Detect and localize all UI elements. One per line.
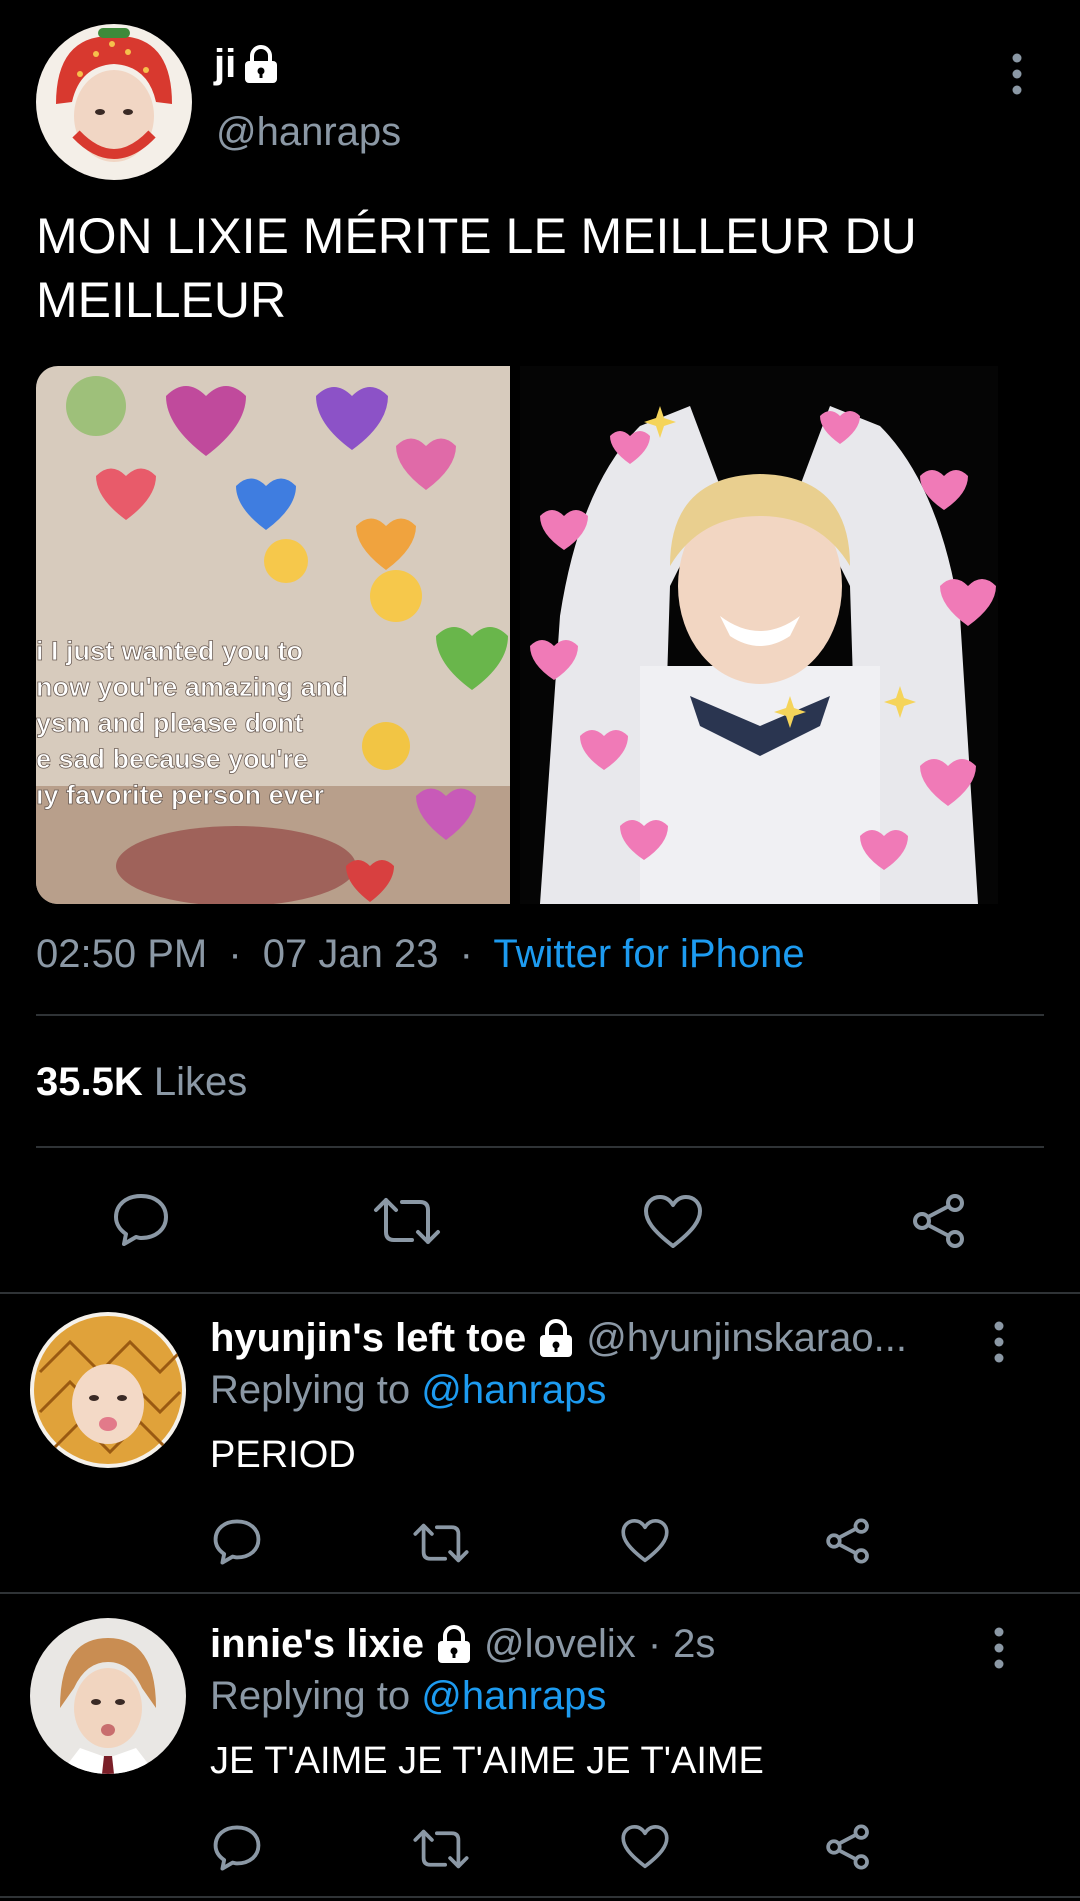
media-caption-line: e sad because you're — [36, 744, 308, 774]
more-vertical-icon[interactable] — [982, 1320, 1016, 1364]
reply-icon[interactable] — [212, 1824, 262, 1872]
retweet-icon[interactable] — [412, 1826, 470, 1872]
media-caption-line: ysm and please dont — [36, 708, 303, 738]
reply-author-handle[interactable]: @lovelix — [484, 1622, 636, 1667]
tweet-source-link[interactable]: Twitter for iPhone — [493, 932, 804, 976]
author-name[interactable]: ji — [214, 42, 236, 87]
media-image-left[interactable]: i I just wanted you to now you're amazin… — [36, 366, 510, 904]
share-icon[interactable] — [824, 1822, 872, 1872]
replying-to-line: Replying to @hanraps — [210, 1368, 606, 1413]
tweet-text: MON LIXIE MÉRITE LE MEILLEUR DU MEILLEUR — [36, 208, 917, 328]
avatar[interactable] — [36, 24, 192, 180]
share-icon[interactable] — [824, 1516, 872, 1566]
replying-to-line: Replying to @hanraps — [210, 1674, 606, 1719]
replying-label: Replying to — [210, 1674, 411, 1718]
reply-text: PERIOD — [210, 1434, 356, 1476]
author-handle[interactable]: @hanraps — [216, 110, 401, 155]
reply-header: innie's lixie @lovelix · 2s — [210, 1622, 715, 1667]
likes-count: 35.5K — [36, 1060, 143, 1104]
retweet-icon[interactable] — [412, 1520, 470, 1566]
lock-icon — [540, 1318, 573, 1357]
lock-icon — [245, 44, 278, 83]
reply-avatar[interactable] — [30, 1618, 186, 1774]
reply-text: JE T'AIME JE T'AIME JE T'AIME — [210, 1740, 764, 1782]
likes-summary[interactable]: 35.5K Likes — [36, 1060, 247, 1105]
divider — [0, 1896, 1080, 1898]
reply-time: 2s — [673, 1622, 716, 1666]
media-caption-line: ıy favorite person ever — [36, 780, 325, 810]
divider — [36, 1014, 1044, 1016]
retweet-icon[interactable] — [372, 1194, 442, 1248]
lock-icon — [438, 1624, 471, 1663]
reply-header: hyunjin's left toe @hyunjinskarao... — [210, 1316, 907, 1361]
reply-author-name[interactable]: innie's lixie — [210, 1622, 424, 1667]
reply-author-handle[interactable]: @hyunjinskarao... — [586, 1316, 907, 1361]
reply-icon[interactable] — [112, 1192, 170, 1248]
tweet-time: 02:50 PM — [36, 932, 208, 976]
meta-separator: · — [459, 932, 473, 976]
tweet-meta: 02:50 PM · 07 Jan 23 · Twitter for iPhon… — [36, 932, 805, 977]
like-icon[interactable] — [620, 1824, 670, 1870]
replying-label: Replying to — [210, 1368, 411, 1412]
reply-icon[interactable] — [212, 1518, 262, 1566]
likes-label: Likes — [153, 1060, 248, 1104]
media-caption-line: i I just wanted you to — [36, 636, 303, 666]
tweet-date: 07 Jan 23 — [262, 932, 439, 976]
media-image-right[interactable] — [520, 366, 998, 904]
divider — [0, 1592, 1080, 1594]
reply-avatar[interactable] — [30, 1312, 186, 1468]
more-vertical-icon[interactable] — [982, 1626, 1016, 1670]
replying-to-link[interactable]: @hanraps — [421, 1368, 606, 1412]
more-vertical-icon[interactable] — [1000, 52, 1034, 96]
share-icon[interactable] — [910, 1192, 968, 1250]
meta-separator: · — [647, 1622, 662, 1666]
reply-author-name[interactable]: hyunjin's left toe — [210, 1316, 526, 1361]
meta-separator: · — [228, 932, 242, 976]
author-name-row[interactable]: ji — [214, 42, 280, 87]
divider — [36, 1146, 1044, 1148]
divider — [0, 1292, 1080, 1294]
media-caption-line: now you're amazing and — [36, 672, 348, 702]
replying-to-link[interactable]: @hanraps — [421, 1674, 606, 1718]
like-icon[interactable] — [620, 1518, 670, 1564]
like-icon[interactable] — [642, 1194, 704, 1250]
